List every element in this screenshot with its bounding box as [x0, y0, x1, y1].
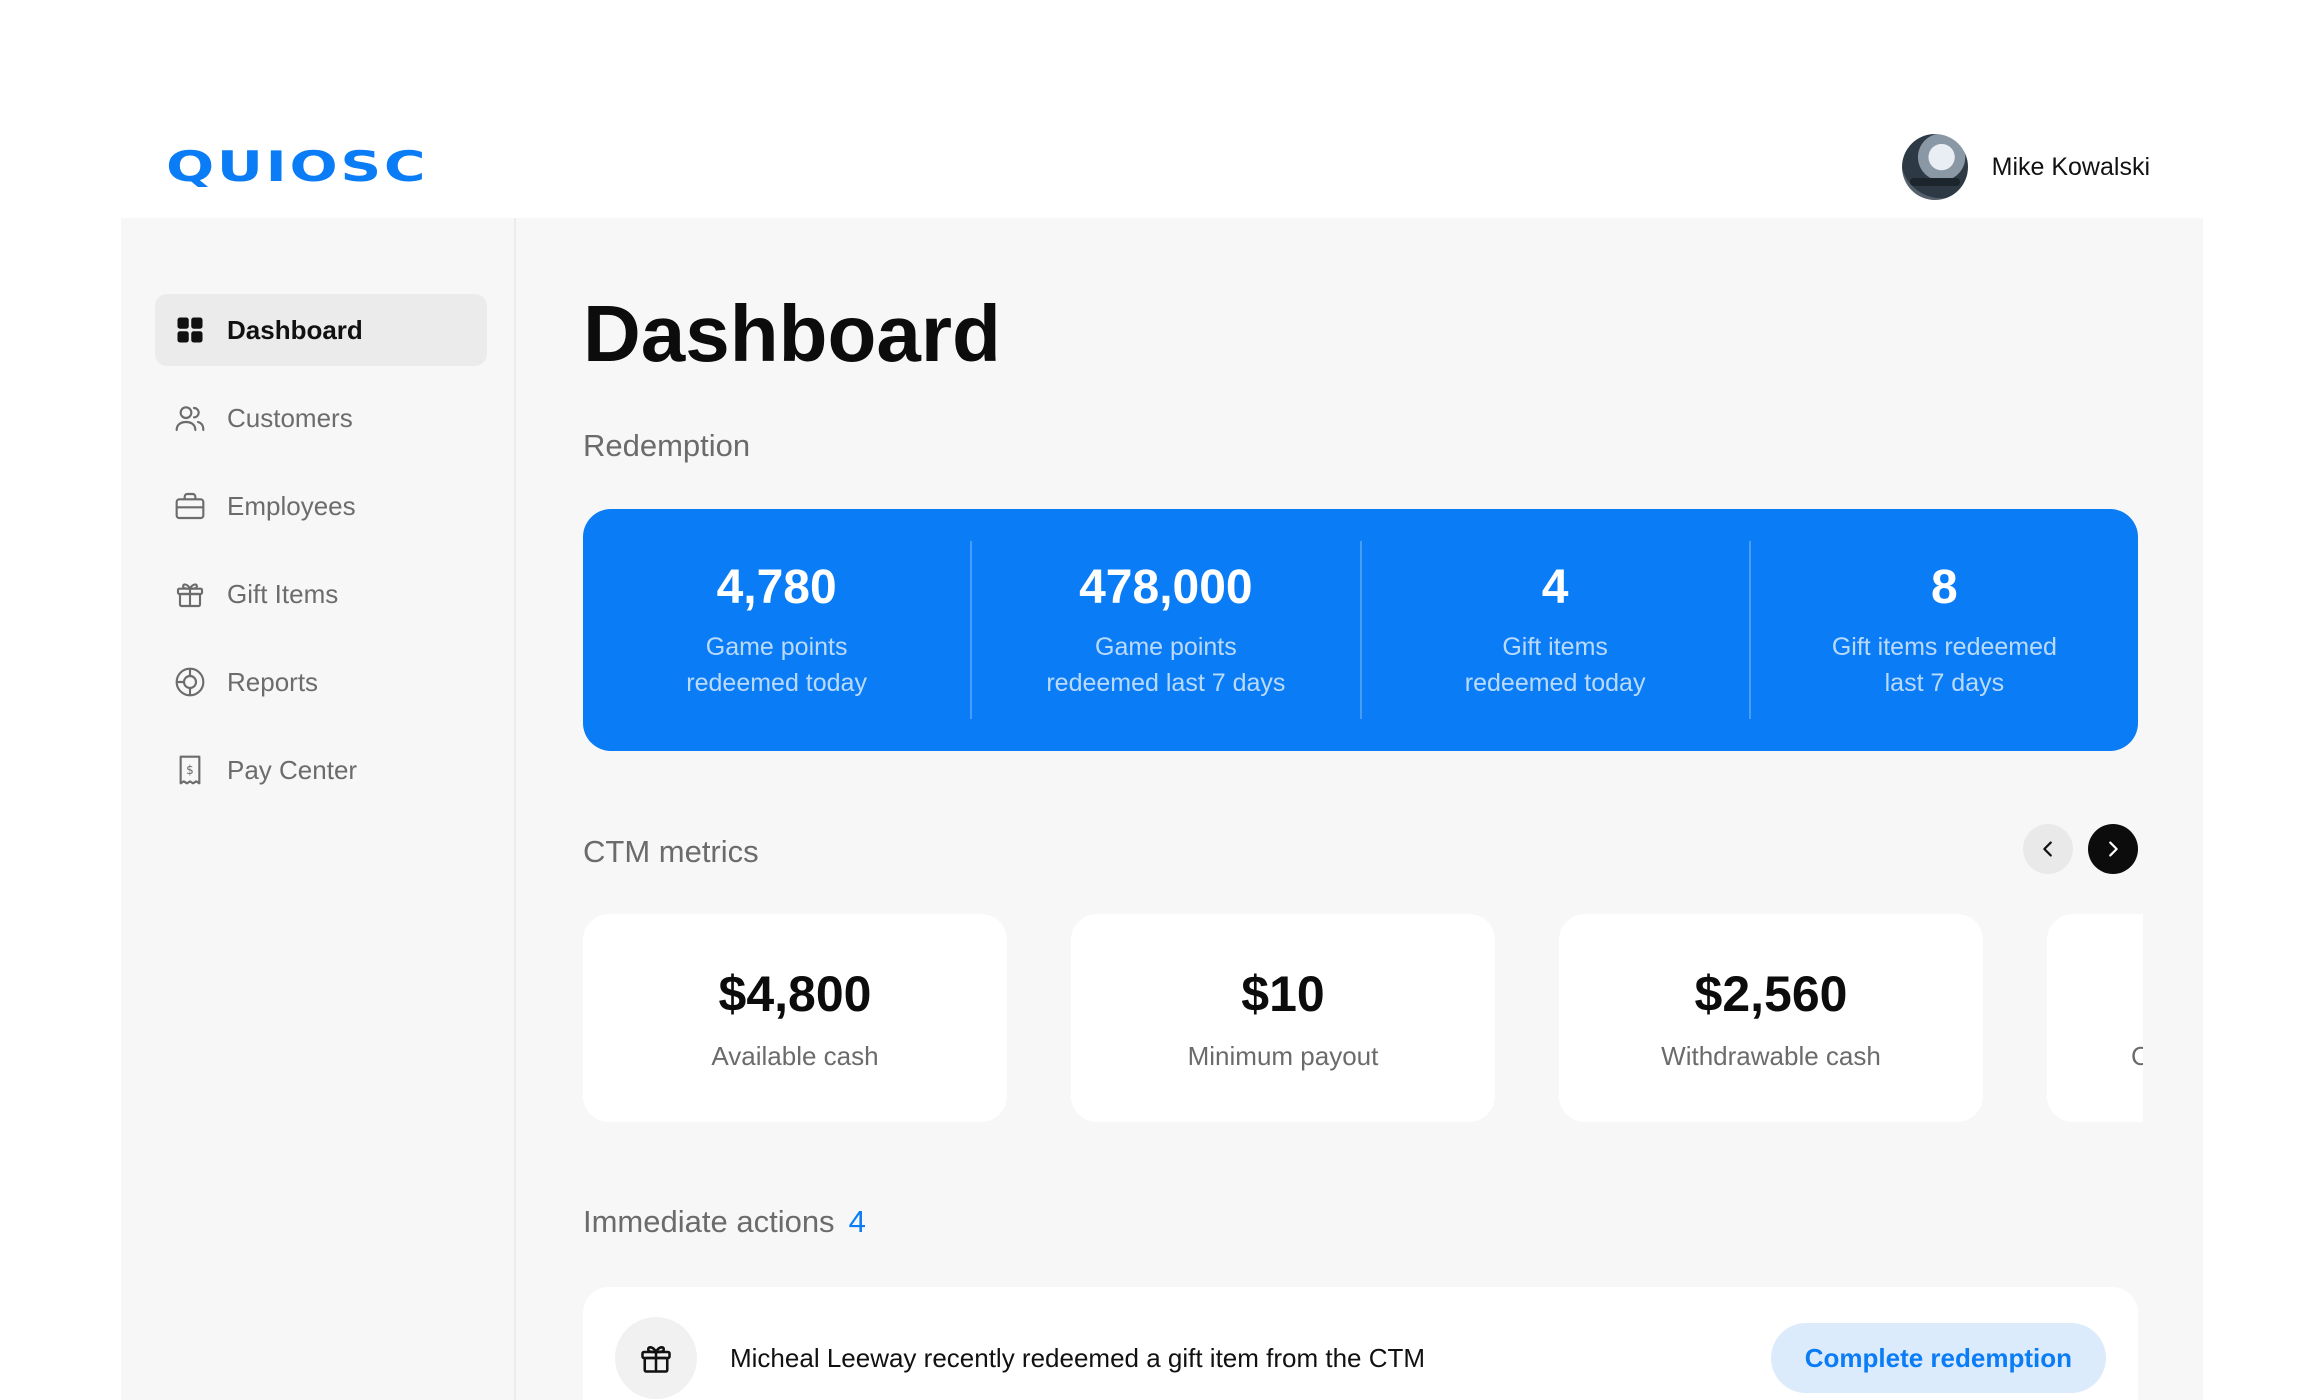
redemption-section-label: Redemption — [583, 428, 751, 463]
users-icon — [173, 401, 207, 435]
sidebar-item-dashboard[interactable]: Dashboard — [155, 294, 487, 366]
stat-game-points-today: 4,780 Game points redeemed today — [583, 541, 973, 719]
sidebar-item-label: Gift Items — [227, 578, 339, 609]
metric-card-withdrawable-cash[interactable]: $2,560 Withdrawable cash — [1559, 914, 1983, 1122]
gift-icon — [615, 1317, 697, 1399]
immediate-actions-count: 4 — [848, 1204, 866, 1239]
stat-label: Gift items redeemed last 7 days — [1831, 632, 2057, 697]
stat-value: 4,780 — [716, 560, 837, 614]
redemption-stats-panel: 4,780 Game points redeemed today 478,000… — [583, 509, 2138, 751]
metric-card-available-cash[interactable]: $4,800 Available cash — [583, 914, 1007, 1122]
stat-gift-items-7-days: 8 Gift items redeemed last 7 days — [1751, 541, 2138, 719]
receipt-icon: $ — [173, 753, 207, 787]
complete-redemption-button[interactable]: Complete redemption — [1770, 1323, 2106, 1393]
main-content: Dashboard Redemption 4,780 Game points r… — [583, 218, 2143, 1400]
sidebar-item-reports[interactable]: Reports — [155, 646, 487, 718]
user-profile[interactable]: Mike Kowalski — [1901, 134, 2150, 200]
metric-label: Withdrawable cash — [1661, 1040, 1881, 1071]
sidebar: Dashboard Customers Employees Gift Items — [121, 218, 516, 1400]
sidebar-item-label: Reports — [227, 666, 319, 697]
sidebar-item-gift-items[interactable]: Gift Items — [155, 558, 487, 630]
reports-icon — [173, 665, 207, 699]
sidebar-item-label: Pay Center — [227, 754, 358, 785]
app-shell: Dashboard Customers Employees Gift Items — [121, 218, 2203, 1400]
gift-icon — [173, 577, 207, 611]
stat-label: Game points redeemed today — [686, 632, 867, 697]
svg-text:$: $ — [186, 763, 194, 777]
sidebar-item-employees[interactable]: Employees — [155, 470, 487, 542]
avatar[interactable] — [1901, 134, 1968, 200]
metric-value: $10 — [1241, 965, 1325, 1022]
action-item: Micheal Leeway recently redeemed a gift … — [583, 1287, 2138, 1400]
metric-value: $4,800 — [718, 965, 872, 1022]
sidebar-item-label: Employees — [227, 490, 356, 521]
carousel-prev-button[interactable] — [2023, 824, 2073, 874]
sidebar-item-customers[interactable]: Customers — [155, 382, 487, 454]
stat-value: 478,000 — [1079, 560, 1253, 614]
metric-label: Available cash — [711, 1040, 879, 1071]
user-name: Mike Kowalski — [1991, 152, 2150, 181]
sidebar-item-pay-center[interactable]: $ Pay Center — [155, 734, 487, 806]
metric-card-minimum-payout[interactable]: $10 Minimum payout — [1071, 914, 1495, 1122]
carousel-next-button[interactable] — [2088, 824, 2138, 874]
sidebar-item-label: Customers — [227, 402, 353, 433]
page-title: Dashboard — [583, 289, 1001, 378]
grid-icon — [173, 313, 207, 347]
chevron-left-icon — [2043, 841, 2052, 857]
metric-card-cash-partial[interactable]: Cash v — [2047, 914, 2143, 1122]
metric-label: Cash v — [2131, 1040, 2143, 1071]
sidebar-item-label: Dashboard — [227, 314, 363, 345]
stat-game-points-7-days: 478,000 Game points redeemed last 7 days — [972, 541, 1362, 719]
ctm-metrics-section-label: CTM metrics — [583, 834, 759, 869]
stat-label: Game points redeemed last 7 days — [1046, 632, 1286, 697]
chevron-right-icon — [2109, 841, 2118, 857]
stat-gift-items-today: 4 Gift items redeemed today — [1362, 541, 1751, 719]
sidebar-nav: Dashboard Customers Employees Gift Items — [155, 294, 487, 822]
immediate-actions-section-label: Immediate actions 4 — [583, 1204, 866, 1240]
stat-value: 4 — [1541, 560, 1569, 614]
action-item-text: Micheal Leeway recently redeemed a gift … — [730, 1343, 1426, 1373]
briefcase-icon — [173, 489, 207, 523]
metric-label: Minimum payout — [1187, 1040, 1379, 1071]
metric-value: $2,560 — [1694, 965, 1848, 1022]
brand-logo[interactable]: QUIOSC — [166, 142, 428, 191]
stat-value: 8 — [1931, 560, 1958, 614]
immediate-actions-title: Immediate actions — [583, 1204, 835, 1239]
stat-label: Gift items redeemed today — [1464, 632, 1646, 697]
